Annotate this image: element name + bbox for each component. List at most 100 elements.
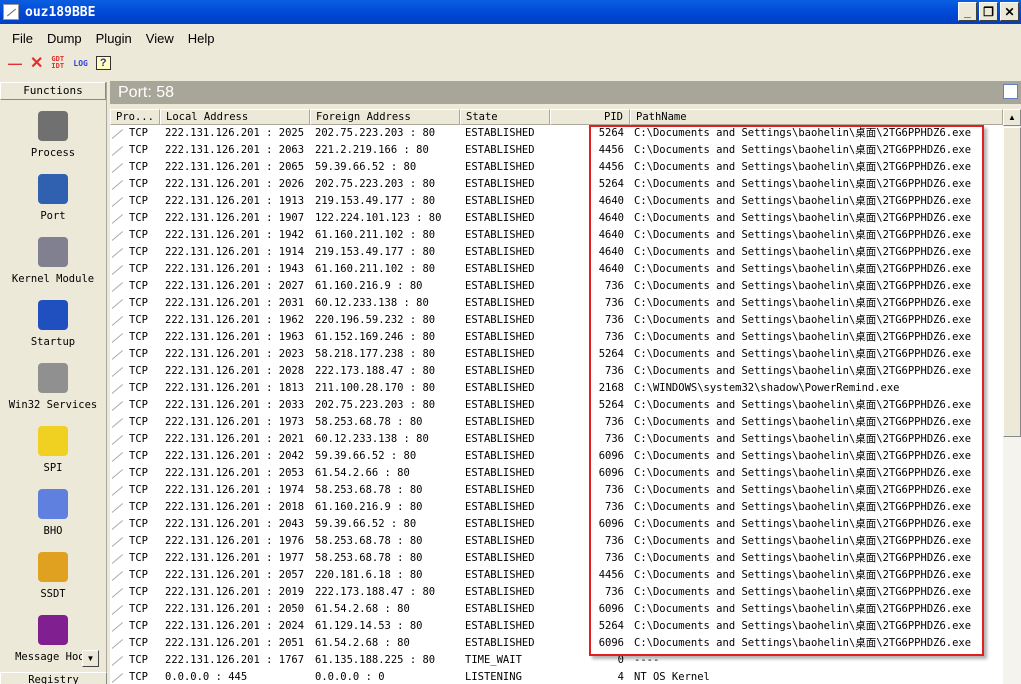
cell-foreign-address: 61.152.169.246 : 80 xyxy=(310,329,460,346)
function-process[interactable]: Process xyxy=(0,100,106,163)
table-row[interactable]: TCP 0.0.0.0 : 445 0.0.0.0 : 0 LISTENING 4 NT … xyxy=(110,669,1003,684)
table-header: Pro... Local Address Foreign Address Sta… xyxy=(110,109,1003,125)
function-ssdt[interactable]: SSDT xyxy=(0,541,106,604)
table-row[interactable]: TCP 222.131.126.201 : 2051 61.54.2.68 : 80… xyxy=(110,635,1003,652)
table-row[interactable]: TCP 222.131.126.201 : 1943 61.160.211.102 … xyxy=(110,261,1003,278)
connection-icon xyxy=(111,569,127,583)
cell-local-address: 222.131.126.201 : 2019 xyxy=(160,584,310,601)
cell-state: ESTABLISHED xyxy=(460,397,550,414)
table-row[interactable]: TCP 222.131.126.201 : 2023 58.218.177.238 … xyxy=(110,346,1003,363)
cell-pathname: C:\Documents and Settings\baohelin\桌面\2T… xyxy=(630,227,1003,244)
cell-state: ESTABLISHED xyxy=(460,567,550,584)
menu-file[interactable]: File xyxy=(12,31,33,46)
table-row[interactable]: TCP 222.131.126.201 : 2027 61.160.216.9 : … xyxy=(110,278,1003,295)
scroll-thumb[interactable] xyxy=(1003,127,1021,437)
column-pathname[interactable]: PathName xyxy=(630,109,1003,125)
table-row[interactable]: TCP 222.131.126.201 : 2025 202.75.223.203 … xyxy=(110,125,1003,142)
table-row[interactable]: TCP 222.131.126.201 : 2033 202.75.223.203 … xyxy=(110,397,1003,414)
state-text: ESTABLISHED xyxy=(465,535,535,547)
cell-state: ESTABLISHED xyxy=(460,278,550,295)
table-row[interactable]: TCP 222.131.126.201 : 1976 58.253.68.78 : … xyxy=(110,533,1003,550)
log-icon[interactable]: LOG xyxy=(73,59,87,68)
table-row[interactable]: TCP 222.131.126.201 : 2042 59.39.66.52 : 8… xyxy=(110,448,1003,465)
table-row[interactable]: TCP 222.131.126.201 : 1973 58.253.68.78 : … xyxy=(110,414,1003,431)
cell-state: ESTABLISHED xyxy=(460,329,550,346)
cell-pid: 6096 xyxy=(550,516,630,533)
table-row[interactable]: TCP 222.131.126.201 : 2053 61.54.2.66 : 80… xyxy=(110,465,1003,482)
menu-view[interactable]: View xyxy=(146,31,174,46)
scroll-up-button[interactable]: ▲ xyxy=(1003,109,1021,126)
cell-protocol: TCP xyxy=(110,567,160,584)
table-row[interactable]: TCP 222.131.126.201 : 1767 61.135.188.225 … xyxy=(110,652,1003,669)
pathname-text: C:\Documents and Settings\baohelin\桌面\2T… xyxy=(634,178,972,190)
column-local-address[interactable]: Local Address xyxy=(160,109,310,125)
cell-pid: 4 xyxy=(550,669,630,684)
functions-scroll-down-button[interactable]: ▼ xyxy=(82,650,99,667)
table-row[interactable]: TCP 222.131.126.201 : 2021 60.12.233.138 :… xyxy=(110,431,1003,448)
table-row[interactable]: TCP 222.131.126.201 : 2018 61.160.216.9 : … xyxy=(110,499,1003,516)
function-kernel-module[interactable]: Kernel Module xyxy=(0,226,106,289)
help-icon[interactable]: ? xyxy=(95,56,111,70)
table-row[interactable]: TCP 222.131.126.201 : 1942 61.160.211.102 … xyxy=(110,227,1003,244)
state-text: ESTABLISHED xyxy=(465,552,535,564)
protocol-text: TCP xyxy=(129,501,148,513)
close-button[interactable]: ✕ xyxy=(1000,2,1019,21)
menu-help[interactable]: Help xyxy=(188,31,215,46)
pathname-text: C:\Documents and Settings\baohelin\桌面\2T… xyxy=(634,212,972,224)
table-row[interactable]: TCP 222.131.126.201 : 2063 221.2.219.166 :… xyxy=(110,142,1003,159)
function-win32-services[interactable]: Win32 Services xyxy=(0,352,106,415)
table-row[interactable]: TCP 222.131.126.201 : 1974 58.253.68.78 : … xyxy=(110,482,1003,499)
cell-state: ESTABLISHED xyxy=(460,584,550,601)
table-row[interactable]: TCP 222.131.126.201 : 2026 202.75.223.203 … xyxy=(110,176,1003,193)
export-icon[interactable] xyxy=(1003,84,1018,99)
table-row[interactable]: TCP 222.131.126.201 : 2043 59.39.66.52 : 8… xyxy=(110,516,1003,533)
table-row[interactable]: TCP 222.131.126.201 : 1907 122.224.101.123… xyxy=(110,210,1003,227)
column-foreign-address[interactable]: Foreign Address xyxy=(310,109,460,125)
foreign-address-text: 58.253.68.78 : 80 xyxy=(315,535,423,547)
function-port[interactable]: Port xyxy=(0,163,106,226)
foreign-address-text: 220.181.6.18 : 80 xyxy=(315,569,423,581)
function-bho[interactable]: BHO xyxy=(0,478,106,541)
cell-local-address: 222.131.126.201 : 2026 xyxy=(160,176,310,193)
function-startup[interactable]: Startup xyxy=(0,289,106,352)
local-address-text: 222.131.126.201 : 1977 xyxy=(165,552,305,564)
cell-pathname: C:\Documents and Settings\baohelin\桌面\2T… xyxy=(630,397,1003,414)
table-row[interactable]: TCP 222.131.126.201 : 2028 222.173.188.47 … xyxy=(110,363,1003,380)
port-table: Pro... Local Address Foreign Address Sta… xyxy=(110,109,1003,684)
table-row[interactable]: TCP 222.131.126.201 : 2057 220.181.6.18 : … xyxy=(110,567,1003,584)
app-icon xyxy=(3,4,19,20)
menu-dump[interactable]: Dump xyxy=(47,31,82,46)
table-row[interactable]: TCP 222.131.126.201 : 2019 222.173.188.47 … xyxy=(110,584,1003,601)
cell-local-address: 222.131.126.201 : 1767 xyxy=(160,652,310,669)
cell-pathname: C:\Documents and Settings\baohelin\桌面\2T… xyxy=(630,142,1003,159)
gdt-idt-icon[interactable]: GDT IDT xyxy=(51,56,65,70)
table-row[interactable]: TCP 222.131.126.201 : 2024 61.129.14.53 : … xyxy=(110,618,1003,635)
table-row[interactable]: TCP 222.131.126.201 : 2065 59.39.66.52 : 8… xyxy=(110,159,1003,176)
table-row[interactable]: TCP 222.131.126.201 : 1977 58.253.68.78 : … xyxy=(110,550,1003,567)
protocol-text: TCP xyxy=(129,331,148,343)
column-state[interactable]: State xyxy=(460,109,550,125)
foreign-address-text: 59.39.66.52 : 80 xyxy=(315,518,417,530)
table-row[interactable]: TCP 222.131.126.201 : 2050 61.54.2.68 : 80… xyxy=(110,601,1003,618)
vertical-scrollbar[interactable]: ▲ xyxy=(1003,109,1021,684)
registry-tab[interactable]: Registry xyxy=(0,672,107,684)
column-protocol[interactable]: Pro... xyxy=(110,109,160,125)
delete-icon[interactable]: ✕ xyxy=(30,53,43,73)
minimize-button[interactable]: _ xyxy=(958,2,977,21)
function-spi[interactable]: SPI xyxy=(0,415,106,478)
table-row[interactable]: TCP 222.131.126.201 : 1963 61.152.169.246 … xyxy=(110,329,1003,346)
menu-plugin[interactable]: Plugin xyxy=(96,31,132,46)
restore-button[interactable]: ❐ xyxy=(979,2,998,21)
table-row[interactable]: TCP 222.131.126.201 : 1813 211.100.28.170 … xyxy=(110,380,1003,397)
pathname-text: C:\Documents and Settings\baohelin\桌面\2T… xyxy=(634,637,972,649)
column-pid[interactable]: PID xyxy=(550,109,630,125)
local-address-text: 222.131.126.201 : 2065 xyxy=(165,161,305,173)
connection-icon xyxy=(111,348,127,362)
table-row[interactable]: TCP 222.131.126.201 : 2031 60.12.233.138 :… xyxy=(110,295,1003,312)
cell-protocol: TCP xyxy=(110,227,160,244)
table-row[interactable]: TCP 222.131.126.201 : 1914 219.153.49.177 … xyxy=(110,244,1003,261)
table-row[interactable]: TCP 222.131.126.201 : 1913 219.153.49.177 … xyxy=(110,193,1003,210)
table-row[interactable]: TCP 222.131.126.201 : 1962 220.196.59.232 … xyxy=(110,312,1003,329)
connection-icon xyxy=(111,501,127,515)
remove-icon[interactable]: — xyxy=(8,55,22,71)
